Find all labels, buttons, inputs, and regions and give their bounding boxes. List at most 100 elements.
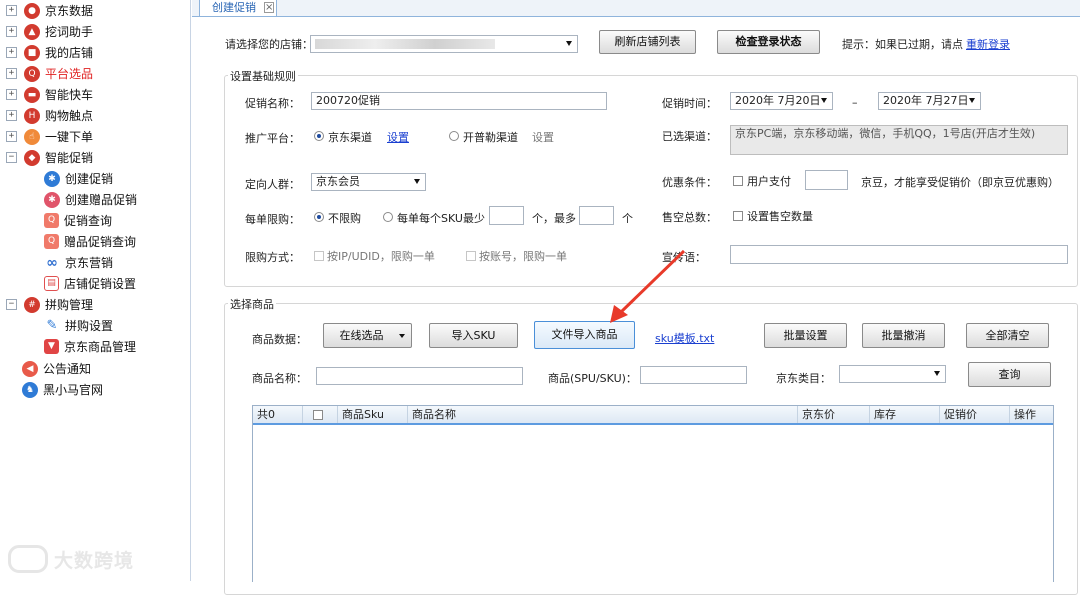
- expand-icon[interactable]: +: [6, 89, 17, 100]
- sidebar-item-my-store[interactable]: + ■ 我的店铺: [6, 42, 93, 63]
- jd-category-select[interactable]: [839, 365, 946, 383]
- per-sku-prefix: 每单每个SKU最少: [397, 212, 485, 225]
- shirt-icon: ▼: [44, 339, 59, 354]
- sidebar-item-label: 智能快车: [45, 88, 94, 102]
- sku-template-link[interactable]: sku模板.txt: [655, 330, 714, 346]
- chevron-down-icon: [399, 334, 405, 338]
- gear-icon: ✱: [44, 170, 60, 187]
- sidebar-item-label: 拼购管理: [45, 298, 94, 312]
- online-select-button[interactable]: 在线选品: [323, 323, 412, 348]
- sidebar-item-smart-promo[interactable]: − ◆ 智能促销: [6, 147, 93, 168]
- grid-header: 共0 商品Sku 商品名称 京东价 库存 促销价 操作: [253, 406, 1053, 425]
- query-icon: Q: [44, 213, 59, 228]
- spu-sku-label: 商品(SPU/SKU)：: [548, 372, 637, 385]
- batch-set-button[interactable]: 批量设置: [764, 323, 847, 348]
- online-select-label: 在线选品: [339, 329, 384, 342]
- account-limit-checkbox[interactable]: [466, 251, 476, 261]
- slogan-input[interactable]: [730, 245, 1068, 264]
- sidebar-item-touchpoint[interactable]: + H 购物触点: [6, 105, 93, 126]
- kpl-channel-radio[interactable]: [449, 131, 459, 141]
- sidebar-item-platform-select[interactable]: + Q 平台选品: [6, 63, 93, 84]
- collapse-icon[interactable]: −: [6, 152, 17, 163]
- sidebar-item-label: 挖词助手: [45, 25, 94, 39]
- jd-channel-settings-link[interactable]: 设置: [387, 129, 409, 145]
- sidebar-item-label: 公告通知: [43, 362, 92, 376]
- select-all-checkbox[interactable]: [313, 410, 323, 420]
- file-import-button[interactable]: 文件导入商品: [534, 321, 635, 349]
- end-date-picker[interactable]: 2020年 7月27日: [878, 92, 981, 110]
- selected-channel-box: 京东PC端，京东移动端，微信，手机QQ，1号店(开店才生效): [730, 125, 1068, 155]
- platform-label: 推广平台：: [245, 132, 300, 145]
- column-select-all[interactable]: [303, 406, 338, 423]
- sidebar-item-announcement[interactable]: ◀ 公告通知: [22, 358, 91, 379]
- sidebar-item-smart-express[interactable]: + ▬ 智能快车: [6, 84, 93, 105]
- refresh-store-button[interactable]: 刷新店铺列表: [599, 30, 696, 54]
- check-login-button[interactable]: 检查登录状态: [717, 30, 820, 54]
- sidebar-item-jd-data[interactable]: + ● 京东数据: [6, 0, 93, 21]
- promo-name-label: 促销名称：: [245, 97, 300, 110]
- sidebar-item-create-promo[interactable]: ✱ 创建促销: [44, 168, 113, 189]
- expand-icon[interactable]: +: [6, 5, 17, 16]
- sidebar-item-create-gift-promo[interactable]: ✱ 创建赠品促销: [44, 189, 137, 210]
- product-grid: 共0 商品Sku 商品名称 京东价 库存 促销价 操作: [252, 405, 1054, 582]
- jd-data-icon: ●: [24, 2, 40, 19]
- jd-channel-label: 京东渠道: [328, 131, 372, 144]
- batch-cancel-button[interactable]: 批量撤消: [862, 323, 945, 348]
- collapse-icon[interactable]: −: [6, 299, 17, 310]
- clear-all-button[interactable]: 全部清空: [966, 323, 1049, 348]
- kpl-channel-settings: 设置: [532, 131, 554, 144]
- sidebar-item-website[interactable]: ♞ 黑小马官网: [22, 379, 103, 400]
- min-qty-input[interactable]: [489, 206, 524, 225]
- query-button[interactable]: 查询: [968, 362, 1051, 387]
- query-icon: Q: [44, 234, 59, 249]
- start-date-picker[interactable]: 2020年 7月20日: [730, 92, 833, 110]
- jd-channel-radio[interactable]: [314, 131, 324, 141]
- per-sku-suffix: 个: [622, 212, 633, 225]
- sidebar-item-label: 赠品促销查询: [64, 235, 137, 249]
- jd-category-label: 京东类目：: [776, 372, 831, 385]
- expand-icon[interactable]: +: [6, 68, 17, 79]
- hint-text: 提示：如果已过期，请点: [842, 38, 963, 51]
- jd-beans-input[interactable]: [805, 170, 848, 190]
- hand-icon: ☝: [24, 128, 40, 145]
- date-dash: –: [852, 96, 858, 109]
- tag-icon: ◆: [24, 149, 40, 166]
- marketing-icon: ∞: [44, 254, 60, 271]
- promo-time-label: 促销时间：: [662, 97, 717, 110]
- sidebar-item-one-click-order[interactable]: + ☝ 一键下单: [6, 126, 93, 147]
- sidebar-item-group-buy-settings[interactable]: ✎ 拼购设置: [44, 315, 113, 336]
- per-sku-limit-radio[interactable]: [383, 212, 393, 222]
- soldout-checkbox[interactable]: [733, 211, 743, 221]
- speaker-icon: ◀: [22, 360, 38, 377]
- tab-label: 创建促销: [212, 1, 256, 14]
- sidebar-item-label: 黑小马官网: [43, 383, 104, 397]
- product-name-input[interactable]: [316, 367, 523, 385]
- sidebar-item-group-buy[interactable]: − # 拼购管理: [6, 294, 93, 315]
- target-audience-select[interactable]: 京东会员: [311, 173, 426, 191]
- column-actions: 操作: [1014, 408, 1036, 421]
- no-limit-radio[interactable]: [314, 212, 324, 222]
- sidebar-item-keyword[interactable]: + ▲ 挖词助手: [6, 21, 93, 42]
- sidebar-item-jd-product-mgmt[interactable]: ▼ 京东商品管理: [44, 336, 136, 357]
- sidebar-item-label: 京东营销: [65, 256, 114, 270]
- max-qty-input[interactable]: [579, 206, 614, 225]
- sidebar-item-jd-marketing[interactable]: ∞ 京东营销: [44, 252, 113, 273]
- close-icon[interactable]: ×: [264, 2, 274, 13]
- spu-sku-input[interactable]: [640, 366, 747, 384]
- promo-name-input[interactable]: 200720促销: [311, 92, 607, 110]
- expand-icon[interactable]: +: [6, 131, 17, 142]
- ip-limit-checkbox[interactable]: [314, 251, 324, 261]
- relogin-link[interactable]: 重新登录: [966, 36, 1010, 52]
- sidebar-item-gift-promo-query[interactable]: Q 赠品促销查询: [44, 231, 136, 252]
- sidebar-item-promo-query[interactable]: Q 促销查询: [44, 210, 112, 231]
- import-sku-button[interactable]: 导入SKU: [429, 323, 518, 348]
- no-limit-label: 不限购: [328, 212, 361, 225]
- tab-create-promo[interactable]: 创建促销 ×: [199, 0, 277, 16]
- sidebar-item-store-promo-settings[interactable]: ▤ 店铺促销设置: [44, 273, 136, 294]
- expand-icon[interactable]: +: [6, 47, 17, 58]
- chevron-down-icon: [969, 98, 975, 103]
- store-select[interactable]: [310, 35, 578, 53]
- expand-icon[interactable]: +: [6, 26, 17, 37]
- expand-icon[interactable]: +: [6, 110, 17, 121]
- user-pay-checkbox[interactable]: [733, 176, 743, 186]
